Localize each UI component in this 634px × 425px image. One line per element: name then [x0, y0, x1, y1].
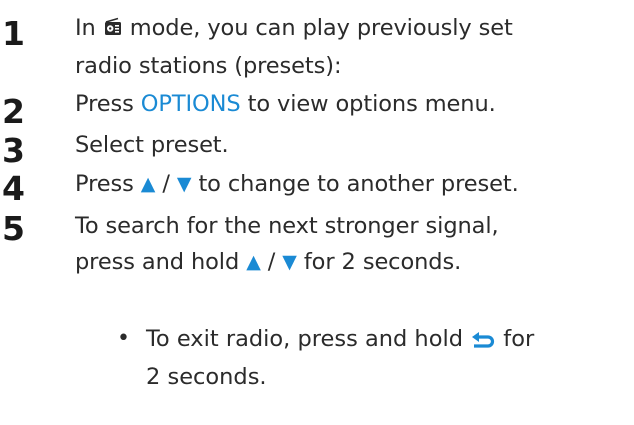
step-text-part: Select preset.	[75, 132, 229, 158]
step-text-part: In	[75, 15, 103, 41]
options-key-label: OPTIONS	[140, 91, 241, 117]
up-arrow-icon: ▲	[140, 173, 156, 195]
step-number: 1	[2, 14, 25, 53]
step-number: 2	[2, 92, 25, 131]
step-text: Press OPTIONS to view options menu.	[75, 86, 631, 122]
step-text-part: To search for the next stronger signal,	[75, 213, 499, 239]
step-text-part: to view options menu.	[240, 91, 496, 117]
step-text-part: mode, you can play previously set	[122, 15, 513, 41]
step-text: To search for the next stronger signal, …	[75, 208, 631, 280]
sub-item-text-part: To exit radio, press and hold	[146, 326, 471, 352]
back-arrow-icon	[470, 323, 496, 359]
step-number: 5	[2, 209, 25, 248]
step-text: In mode, you can play previously set rad…	[75, 10, 631, 84]
step-text: Press ▲ / ▼ to change to another preset.	[75, 166, 631, 202]
down-arrow-icon: ▼	[282, 251, 297, 273]
step-text-part: for 2 seconds.	[296, 249, 462, 275]
step-text: Select preset.	[75, 127, 631, 163]
instruction-list: 1 In mode, you can play previously set r…	[0, 0, 634, 425]
step-text-part: press and hold	[75, 249, 247, 275]
sub-item-text: To exit radio, press and hold for 2 seco…	[146, 321, 632, 395]
bullet-marker: •	[117, 326, 130, 351]
step-text-part: Press	[75, 171, 141, 197]
step-text-part: /	[155, 171, 177, 197]
step-number: 4	[2, 169, 25, 208]
step-number: 3	[2, 131, 25, 170]
sub-item-text-part: for	[496, 326, 535, 352]
step-text-part: /	[260, 249, 283, 275]
step-text-part: Press	[75, 91, 141, 117]
sub-item-text-part: 2 seconds.	[146, 364, 267, 390]
step-text-part: radio stations (presets):	[75, 53, 342, 79]
up-arrow-icon: ▲	[246, 251, 261, 273]
radio-icon	[103, 12, 123, 48]
down-arrow-icon: ▼	[176, 173, 192, 195]
step-text-part: to change to another preset.	[191, 171, 519, 197]
